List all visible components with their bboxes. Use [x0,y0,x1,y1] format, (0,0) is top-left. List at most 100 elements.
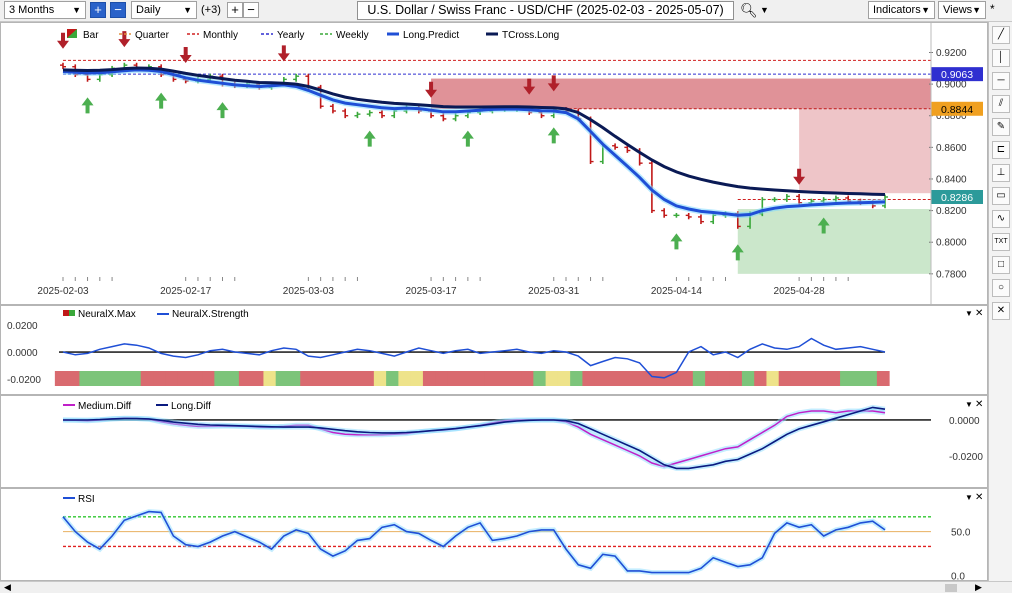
heat-cell [140,371,154,386]
heat-cell [349,371,363,386]
x-tick-label: 2025-02-17 [160,286,212,297]
fibonacci-tool-icon[interactable]: ⊏ [992,141,1010,159]
measure-tool-icon[interactable]: ⊥ [992,164,1010,182]
legend-label: Long.Predict [403,30,459,41]
scroll-left-icon[interactable]: ◀ [4,582,11,593]
legend-swatch [63,310,69,316]
channel-tool-icon[interactable]: ⫽ [992,95,1010,113]
horizontal-scrollbar[interactable]: ◀ ▶ [0,581,1012,593]
heat-cell [202,371,215,386]
y-tick-label: 0.9000 [936,80,967,91]
chevron-down-icon: ▼ [972,5,981,15]
zoom-out-button[interactable]: − [110,2,126,18]
wave-tool-icon[interactable]: ∿ [992,210,1010,228]
heat-cell [570,371,583,386]
legend-label: Medium.Diff [78,401,131,412]
panel-close-icon: ✕ [975,308,983,319]
scroll-right-icon[interactable]: ▶ [975,582,982,593]
buy-signal-arrow [81,97,94,114]
heat-cell [275,371,289,386]
add-button[interactable]: + [227,2,243,18]
vertical-line-tool-icon[interactable]: │ [992,49,1010,67]
panel-menu-icon: ▼ [965,309,973,318]
diff-panel[interactable]: 0.0000 -0.0200 Medium.Diff Long.Diff ▼ ✕ [0,395,988,488]
y-tick-label: 0.9200 [936,48,967,59]
remove-button[interactable]: − [243,2,259,18]
heat-cell [189,371,203,386]
callout-tool-icon[interactable]: ▭ [992,187,1010,205]
legend-label: Weekly [336,30,369,41]
heat-cell [435,371,448,386]
price-panel[interactable]: 0.9200 0.9000 0.8800 0.8600 0.8400 0.8200 0.80… [0,22,988,305]
search-icon[interactable]: 🔍︎ [740,2,758,19]
legend-label: RSI [78,494,95,505]
pen-tool-icon[interactable]: ✎ [992,118,1010,136]
heat-cell [606,371,620,386]
toolbar: 3 Months ▼ + − Daily ▼ (+3) + − U.S. Dol… [0,0,1012,22]
panel-close-icon: ✕ [975,399,983,410]
resistance-zone [431,78,931,109]
heat-cell [226,371,240,386]
heat-cell [508,371,522,386]
views-label: Views [943,4,973,16]
heat-cell [238,371,252,386]
delete-tool-icon[interactable]: ✕ [992,302,1010,320]
heat-cell [472,371,485,386]
legend-label: Bar [83,30,99,41]
horizontal-line-tool-icon[interactable]: ─ [992,72,1010,90]
neuralx-panel[interactable]: 0.0200 0.0000 -0.0200 NeuralX.Max NeuralX.St… [0,305,988,395]
heat-cell [766,371,780,386]
y-tick-label: 0.7800 [936,269,967,280]
legend-label: TCross.Long [502,30,559,41]
zoom-in-button[interactable]: + [90,2,106,18]
heat-cell [263,371,277,386]
period-select[interactable]: 3 Months ▼ [4,1,86,19]
heat-cell [324,371,338,386]
heat-cell [79,371,93,386]
heat-cell [827,371,841,386]
trendline-tool-icon[interactable]: ╱ [992,26,1010,44]
rsi-panel[interactable]: 50.0 0.0 RSI ▼ ✕ [0,488,988,582]
heat-cell [619,371,632,386]
indicators-button[interactable]: Indicators ▼ [868,1,935,19]
heat-cell [803,371,817,386]
diff-chart: 0.0000 -0.0200 Medium.Diff Long.Diff ▼ ✕ [62,399,983,471]
legend-label: Long.Diff [171,401,211,412]
heat-cell [177,371,191,386]
x-tick-label: 2025-03-03 [283,286,335,297]
chevron-down-icon[interactable]: ▼ [760,5,769,15]
heat-cell [251,371,264,386]
heat-cell [214,371,228,386]
text-tool-icon[interactable]: TXT [992,233,1010,251]
heat-cell [386,371,399,386]
symbol-title[interactable]: U.S. Dollar / Swiss Franc - USD/CHF (202… [357,1,734,20]
x-tick-label: 2025-04-14 [651,286,703,297]
price-chart: 0.92000.90000.88000.86000.84000.82000.80… [37,23,983,304]
heat-cell [67,371,80,386]
interval-value: Daily [136,4,161,16]
legend-label: Quarter [135,30,170,41]
y-tick-label: -0.0200 [7,375,41,386]
buy-signal-arrow [363,130,376,147]
views-button[interactable]: Views ▼ [938,1,986,19]
heat-cell [582,371,596,386]
interval-select[interactable]: Daily ▼ [131,1,197,19]
heat-cell [790,371,804,386]
buy-signal-arrow [547,127,560,144]
heat-cell [729,371,743,386]
support-zone [737,209,931,274]
rsi-chart: 50.0 0.0 RSI ▼ ✕ [61,492,983,582]
scroll-thumb[interactable] [945,584,957,592]
heat-cell [876,371,890,386]
heat-cell [398,371,412,386]
heat-cell [754,371,767,386]
y-tick-label: 0.0200 [7,321,38,332]
ellipse-tool-icon[interactable]: ○ [992,279,1010,297]
drawing-tools-rail: ╱ │ ─ ⫽ ✎ ⊏ ⊥ ▭ ∿ TXT □ ○ ✕ [988,22,1012,582]
chevron-down-icon: ▼ [921,5,930,15]
heat-cell [447,371,461,386]
heat-cell [153,371,166,386]
star-icon[interactable]: * [990,2,995,16]
heat-cell [128,371,142,386]
rectangle-tool-icon[interactable]: □ [992,256,1010,274]
